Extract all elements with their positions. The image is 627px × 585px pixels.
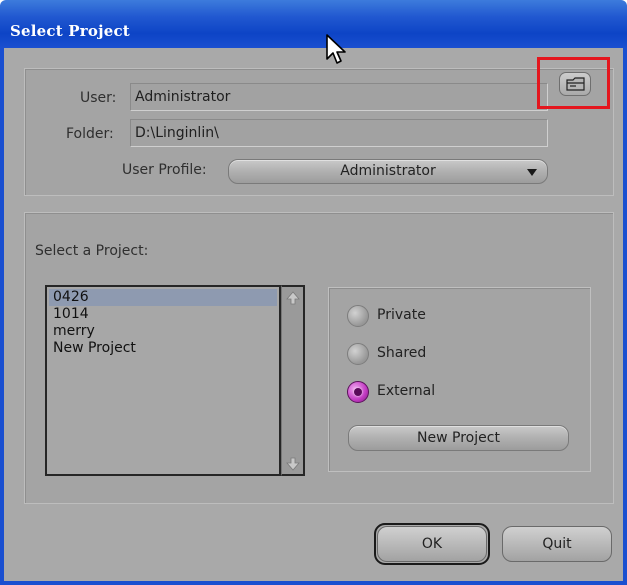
new-project-button[interactable]: New Project xyxy=(348,425,569,451)
folder-field[interactable]: D:\Linginlin\ xyxy=(130,119,548,147)
shared-radio[interactable] xyxy=(347,343,369,365)
project-list[interactable]: 0426 1014 merry New Project xyxy=(45,285,281,476)
scroll-down-icon[interactable] xyxy=(286,457,300,471)
select-project-dialog: Select Project User: Administrator Folde… xyxy=(0,0,627,585)
list-item[interactable]: New Project xyxy=(49,340,277,357)
user-profile-dropdown[interactable]: Administrator xyxy=(228,159,548,184)
quit-button[interactable]: Quit xyxy=(502,526,612,562)
list-item[interactable]: 1014 xyxy=(49,306,277,323)
external-radio[interactable] xyxy=(347,381,369,403)
user-profile-value: Administrator xyxy=(340,163,436,179)
external-radio-label[interactable]: External xyxy=(377,383,435,399)
window-title: Select Project xyxy=(10,22,130,40)
window-frame-bottom xyxy=(0,581,627,585)
folder-label: Folder: xyxy=(66,126,114,142)
private-radio-label[interactable]: Private xyxy=(377,307,426,323)
ok-button[interactable]: OK xyxy=(377,526,487,562)
chevron-down-icon xyxy=(527,169,537,176)
highlight-box xyxy=(537,57,610,109)
project-list-scrollbar[interactable] xyxy=(281,285,305,476)
user-field: Administrator xyxy=(130,83,548,111)
private-radio[interactable] xyxy=(347,305,369,327)
shared-radio-label[interactable]: Shared xyxy=(377,345,426,361)
mouse-cursor-icon xyxy=(326,34,346,64)
window-frame-right xyxy=(623,48,627,585)
user-profile-label: User Profile: xyxy=(122,162,207,178)
title-bar[interactable]: Select Project xyxy=(0,0,627,48)
scroll-up-icon[interactable] xyxy=(286,291,300,305)
list-item[interactable]: merry xyxy=(49,323,277,340)
user-label: User: xyxy=(80,90,117,106)
list-item[interactable]: 0426 xyxy=(49,289,277,306)
select-project-heading: Select a Project: xyxy=(35,243,149,259)
